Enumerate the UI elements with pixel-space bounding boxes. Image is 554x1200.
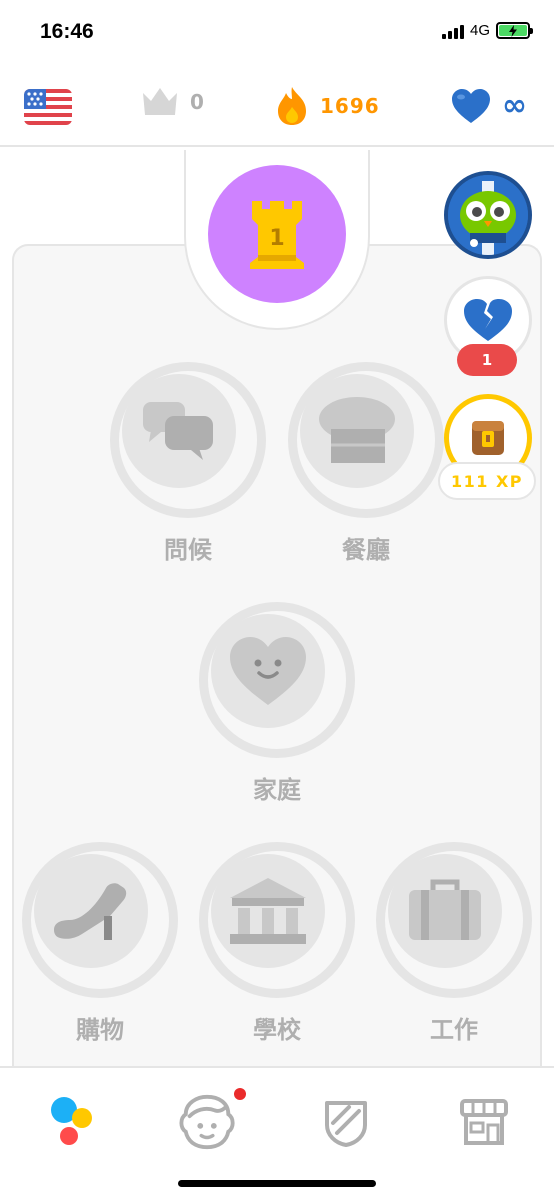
network-type: 4G [469, 22, 490, 39]
smiling-heart-icon [230, 637, 306, 705]
top-bar: 0 1696 ∞ [0, 75, 554, 147]
skill-work[interactable]: 工作 [376, 842, 532, 1044]
crown-icon [143, 88, 177, 115]
chef-hat-icon [319, 397, 395, 463]
status-indicators: 4G [441, 22, 533, 39]
nav-leagues[interactable] [316, 1092, 376, 1152]
checkpoint-castle[interactable]: 1 [208, 165, 346, 303]
crowns-counter[interactable]: 0 [140, 85, 204, 119]
broken-heart-icon [464, 299, 512, 341]
nav-learn[interactable] [40, 1092, 100, 1152]
skill-label: 工作 [430, 1016, 478, 1044]
castle-icon: 1 [250, 201, 304, 269]
avatar[interactable] [444, 171, 532, 259]
notification-dot [234, 1088, 246, 1100]
hearts-counter[interactable]: ∞ [450, 87, 527, 125]
xp-badge: 111 XP [438, 462, 536, 500]
shield-icon [325, 1101, 367, 1147]
skill-label: 餐廳 [342, 536, 390, 564]
skill-label: 學校 [253, 1016, 301, 1044]
skill-label: 購物 [76, 1016, 124, 1044]
hearts-count: ∞ [502, 88, 527, 123]
streak-counter[interactable]: 1696 [274, 85, 380, 127]
skill-school[interactable]: 學校 [199, 842, 355, 1044]
learn-dots-icon [51, 1097, 92, 1145]
skill-family[interactable]: 家庭 [199, 602, 355, 804]
skill-shopping[interactable]: 購物 [22, 842, 178, 1044]
shop-icon [460, 1099, 508, 1145]
chat-bubbles-icon [143, 402, 213, 460]
us-flag-icon[interactable] [24, 89, 72, 125]
building-icon [230, 878, 306, 944]
castle-level: 1 [269, 226, 284, 251]
skill-restaurant[interactable]: 餐廳 [288, 362, 444, 564]
character-face-icon [179, 1094, 235, 1150]
treasure-chest-icon [472, 421, 504, 455]
crown-count: 0 [190, 90, 204, 114]
skill-greetings[interactable]: 問候 [110, 362, 266, 564]
home-indicator[interactable] [178, 1180, 376, 1187]
streak-count: 1696 [320, 94, 380, 118]
briefcase-icon [409, 879, 481, 940]
nav-stories[interactable] [178, 1088, 246, 1152]
skill-label: 家庭 [253, 776, 301, 804]
heart-icon [452, 89, 490, 123]
owl-avatar-icon [448, 175, 528, 255]
status-bar: 16:46 4G [0, 0, 554, 70]
status-time: 16:46 [40, 20, 94, 43]
broken-hearts-count-badge: 1 [457, 344, 517, 376]
signal-icon [441, 23, 464, 39]
skill-label: 問候 [164, 536, 212, 564]
high-heel-icon [54, 883, 127, 940]
nav-shop[interactable] [454, 1092, 514, 1152]
battery-icon [496, 22, 533, 39]
flame-icon [278, 87, 306, 125]
